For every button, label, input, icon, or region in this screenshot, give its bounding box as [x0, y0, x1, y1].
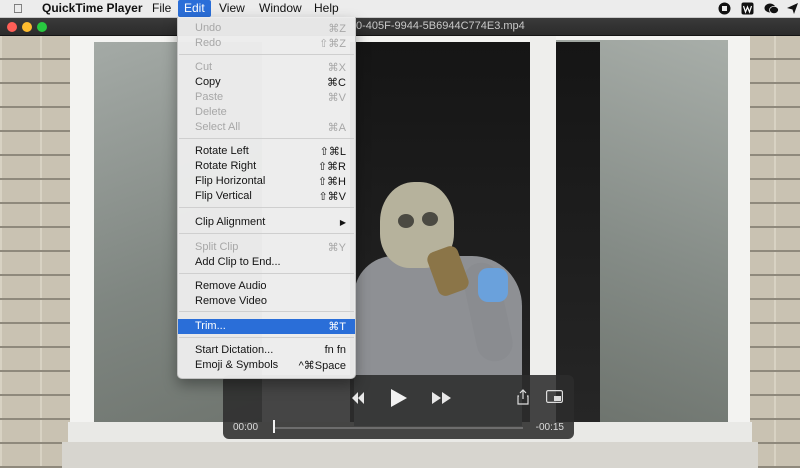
blue-glove: [478, 268, 508, 302]
menu-item-paste: Paste ⌘V: [178, 90, 355, 105]
menu-item-label: Flip Vertical: [195, 190, 252, 202]
share-icon[interactable]: [517, 389, 529, 405]
play-icon[interactable]: [390, 388, 408, 408]
menu-item-shortcut: fn fn: [324, 344, 346, 356]
menu-item-shortcut: ⇧⌘V: [318, 191, 346, 203]
menu-item-label: Copy: [195, 76, 221, 88]
submenu-arrow-icon: ▶: [339, 218, 346, 227]
menu-item-label: Remove Video: [195, 295, 267, 307]
menu-item-label: Clip Alignment: [195, 216, 266, 228]
remaining-time: -00:15: [535, 422, 564, 433]
menu-item-shortcut: ⌘V: [327, 92, 346, 104]
menu-item-label: Paste: [195, 91, 224, 103]
menu-item-label: Trim...: [195, 320, 226, 332]
menu-separator: [179, 207, 354, 208]
menu-file[interactable]: File: [152, 0, 171, 17]
menu-separator: [179, 311, 354, 312]
menu-separator: [179, 138, 354, 139]
menu-separator: [179, 54, 354, 55]
menu-edit[interactable]: Edit: [178, 0, 211, 17]
menu-item-rotate-right[interactable]: Rotate Right ⇧⌘R: [178, 159, 355, 174]
window-mullion: [530, 36, 556, 428]
menu-item-label: Remove Audio: [195, 280, 267, 292]
menu-separator: [179, 337, 354, 338]
menu-item-flip-vertical[interactable]: Flip Vertical ⇧⌘V: [178, 189, 355, 204]
menu-item-label: Emoji & Symbols: [195, 359, 279, 371]
picture-in-picture-icon[interactable]: [546, 390, 563, 403]
menu-item-shortcut: ⌘C: [327, 77, 346, 89]
mask-eyepiece: [422, 212, 438, 226]
mask-eyepiece: [398, 214, 414, 228]
menu-view[interactable]: View: [219, 0, 245, 17]
menu-bar:  QuickTime Player File Edit View Window…: [0, 0, 800, 18]
menu-item-label: Rotate Left: [195, 145, 249, 157]
elapsed-time: 00:00: [233, 422, 259, 433]
menu-help[interactable]: Help: [314, 0, 339, 17]
app-w-icon[interactable]: [741, 2, 754, 15]
menu-item-label: Undo: [195, 22, 222, 34]
menu-item-redo: Redo ⇧⌘Z: [178, 36, 355, 51]
menu-item-emoji-symbols[interactable]: Emoji & Symbols ^⌘Space: [178, 358, 355, 373]
menu-item-shortcut: ⌘A: [327, 122, 346, 134]
apple-icon[interactable]: : [13, 0, 23, 17]
brick-wall-left: [0, 36, 80, 468]
menu-item-label: Add Clip to End...: [195, 256, 281, 268]
menu-item-shortcut: ⇧⌘R: [317, 161, 346, 173]
menu-item-shortcut: ⇧⌘L: [319, 146, 346, 158]
zoom-window-button[interactable]: [37, 22, 47, 32]
menu-separator: [179, 233, 354, 234]
menu-item-copy[interactable]: Copy ⌘C: [178, 75, 355, 90]
menu-app-name[interactable]: QuickTime Player: [42, 0, 143, 17]
menu-item-label: Delete: [195, 106, 227, 118]
minimize-window-button[interactable]: [22, 22, 32, 32]
scrubber-playhead[interactable]: [273, 420, 275, 433]
rewind-icon[interactable]: [351, 391, 365, 405]
scrubber-track[interactable]: [273, 427, 523, 429]
menu-item-label: Cut: [195, 61, 213, 73]
menu-item-start-dictation[interactable]: Start Dictation... fn fn: [178, 343, 355, 358]
menu-item-clip-alignment[interactable]: Clip Alignment ▶: [178, 215, 355, 230]
window-title: 0-405F-9944-5B6944C774E3.mp4: [356, 20, 525, 32]
close-window-button[interactable]: [7, 22, 17, 32]
menu-window[interactable]: Window: [259, 0, 302, 17]
menu-item-label: Start Dictation...: [195, 344, 274, 356]
menu-item-split-clip: Split Clip ⌘Y: [178, 240, 355, 255]
window-title-bar: 0-405F-9944-5B6944C774E3.mp4: [0, 18, 800, 36]
menu-item-label: Redo: [195, 37, 222, 49]
window-ledge: [62, 442, 758, 468]
edit-menu-dropdown: Undo ⌘Z Redo ⇧⌘Z Cut ⌘X Copy ⌘C Paste ⌘V Delete Sel…: [177, 17, 356, 379]
menu-item-shortcut: ^⌘Space: [298, 360, 346, 372]
menu-item-remove-audio[interactable]: Remove Audio: [178, 279, 355, 294]
menu-item-label: Flip Horizontal: [195, 175, 266, 187]
send-icon[interactable]: [786, 2, 799, 15]
wechat-icon[interactable]: [764, 2, 779, 15]
record-icon[interactable]: [718, 2, 731, 15]
menu-item-shortcut: ⌘X: [327, 62, 346, 74]
menu-item-label: Split Clip: [195, 241, 239, 253]
menu-item-undo: Undo ⌘Z: [178, 21, 355, 36]
menu-item-cut: Cut ⌘X: [178, 60, 355, 75]
menu-item-remove-video[interactable]: Remove Video: [178, 294, 355, 309]
menu-item-shortcut: ⌘T: [328, 321, 346, 333]
menu-item-label: Select All: [195, 121, 241, 133]
menu-item-shortcut: ⌘Y: [327, 242, 346, 254]
menu-item-select-all: Select All ⌘A: [178, 120, 355, 135]
menu-item-shortcut: ⌘Z: [328, 23, 346, 35]
menu-separator: [179, 273, 354, 274]
menu-item-delete: Delete: [178, 105, 355, 120]
playback-controls: 00:00 -00:15: [223, 375, 574, 439]
menu-item-shortcut: ⇧⌘H: [317, 176, 346, 188]
video-frame[interactable]: 00:00 -00:15: [0, 36, 800, 468]
fast-forward-icon[interactable]: [431, 391, 453, 405]
menu-item-add-clip-to-end[interactable]: Add Clip to End...: [178, 255, 355, 270]
menu-item-flip-horizontal[interactable]: Flip Horizontal ⇧⌘H: [178, 174, 355, 189]
menu-item-rotate-left[interactable]: Rotate Left ⇧⌘L: [178, 144, 355, 159]
menu-item-shortcut: ⇧⌘Z: [319, 38, 346, 50]
menu-item-trim[interactable]: Trim... ⌘T: [178, 319, 355, 334]
menu-item-label: Rotate Right: [195, 160, 257, 172]
